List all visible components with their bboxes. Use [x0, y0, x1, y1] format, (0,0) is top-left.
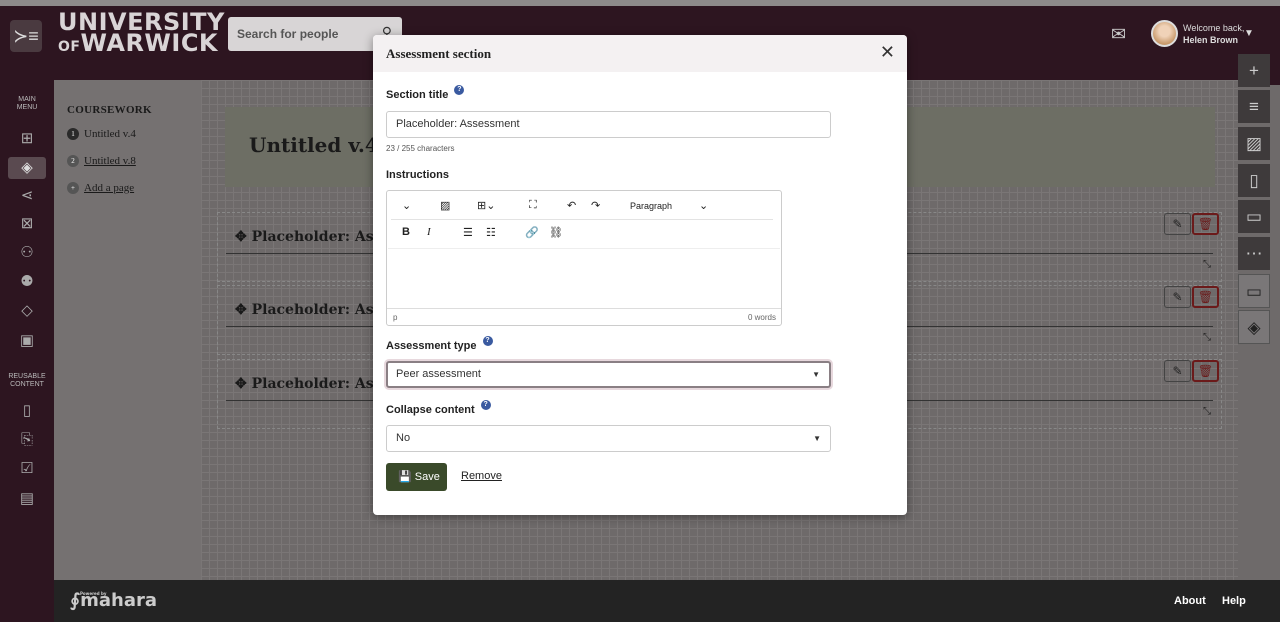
mail-icon[interactable]: ✉	[1111, 24, 1126, 45]
page-title: Untitled v.4	[249, 133, 379, 157]
help-icon[interactable]: ?	[482, 336, 493, 346]
file-block-icon[interactable]: ▯	[1238, 164, 1270, 198]
tag-icon[interactable]: ◇	[8, 300, 46, 322]
user-menu-chevron-down-icon[interactable]: ▼	[1244, 28, 1254, 39]
page-item-untitled-v4[interactable]: 1 Untitled v.4	[67, 128, 136, 141]
word-count: 0 words	[747, 313, 776, 322]
delete-trash-icon[interactable]: 🗑	[1192, 213, 1219, 235]
editor-toolbar-row-2: B I ☰ ☷ 🔗 ⛓	[387, 220, 781, 246]
dialog-header: Assessment section ✕	[373, 35, 907, 72]
reusable-content-label: REUSABLE CONTENT	[8, 373, 46, 388]
left-sidebar: MAIN MENU ⊞ ◈ ⋖ ⊠ ⚇ ⚉ ◇ ▣ REUSABLE CONTE…	[0, 85, 54, 580]
fullscreen-icon[interactable]: ⛶	[529, 199, 537, 212]
format-chevron-down-icon[interactable]: ⌄	[699, 199, 708, 212]
element-path: p	[393, 313, 398, 322]
block-title: ✥ Placeholder: Asse	[235, 229, 391, 245]
instructions-editor: ⌄ ▨ ⊞⌄ ⛶ ↶ ↷ Paragraph ⌄ B I ☰ ☷ 🔗 ⛓ p 0…	[386, 190, 782, 326]
close-icon[interactable]: ✕	[880, 43, 895, 61]
page-navigation: COURSEWORK 1 Untitled v.4 2 Untitled v.8 +…	[54, 80, 201, 580]
people-icon[interactable]: ⚉	[8, 271, 46, 293]
site-footer: Powered by ∮mahara About Help	[0, 580, 1280, 622]
image-block-icon[interactable]: ▨	[1238, 127, 1270, 161]
editor-text-area[interactable]	[388, 248, 780, 308]
page-item-untitled-v8[interactable]: 2 Untitled v.8	[67, 155, 136, 168]
resize-icon[interactable]: ⤡	[1203, 332, 1211, 343]
main-menu-label: MAIN MENU	[16, 96, 38, 111]
resize-icon[interactable]: ⤡	[1203, 259, 1211, 270]
university-logo[interactable]: UNIVERSITY OFWARWICK	[58, 10, 225, 58]
dropdown-arrow-icon: ▼	[813, 434, 821, 443]
delete-trash-icon[interactable]: 🗑	[1192, 360, 1219, 382]
numbered-list-icon[interactable]: ☷	[486, 226, 496, 239]
delete-trash-icon[interactable]: 🗑	[1192, 286, 1219, 308]
avatar[interactable]	[1151, 20, 1178, 47]
redo-icon[interactable]: ↷	[591, 199, 600, 212]
groups-icon[interactable]: ⚇	[8, 242, 46, 264]
mahara-logo[interactable]: Powered by ∮mahara	[70, 590, 157, 611]
editor-status-bar: p 0 words	[387, 308, 781, 326]
bullet-list-icon[interactable]: ☰	[463, 226, 473, 239]
edit-pencil-icon[interactable]: ✎	[1164, 360, 1191, 382]
help-icon[interactable]: ?	[480, 400, 491, 410]
insert-image-icon[interactable]: ▨	[440, 199, 450, 212]
layers-icon[interactable]: ◈	[1238, 310, 1270, 344]
remove-link[interactable]: Remove	[461, 470, 502, 482]
dialog-title: Assessment section	[386, 46, 492, 61]
user-welcome[interactable]: Welcome back, Helen Brown	[1183, 22, 1244, 46]
collapse-content-select[interactable]: No ▼	[386, 425, 831, 452]
block-title: ✥ Placeholder: Asse	[235, 302, 391, 318]
italic-icon[interactable]: I	[427, 226, 431, 238]
section-title-input[interactable]: Placeholder: Assessment	[386, 111, 831, 138]
undo-icon[interactable]: ↶	[567, 199, 576, 212]
collapse-content-label: Collapse content?	[386, 400, 491, 416]
assessment-type-label: Assessment type?	[386, 336, 493, 352]
footer-left-block	[0, 580, 54, 622]
submissions-icon[interactable]: ⊠	[8, 213, 46, 235]
resize-icon[interactable]: ⤡	[1203, 406, 1211, 417]
help-link[interactable]: Help	[1222, 595, 1246, 607]
dropdown-arrow-icon: ▼	[812, 370, 820, 379]
files-icon[interactable]: ⎘	[8, 429, 46, 451]
unlink-icon[interactable]: ⛓	[549, 226, 563, 239]
text-block-icon[interactable]: ≡	[1238, 90, 1270, 124]
add-block-plus-icon[interactable]: +	[1238, 54, 1270, 88]
save-disk-icon: 💾	[398, 471, 412, 483]
layers-icon[interactable]: ◈	[8, 157, 46, 179]
assessment-section-dialog: Assessment section ✕ Section title? Plac…	[373, 35, 907, 515]
file-icon[interactable]: ▯	[8, 400, 46, 422]
help-icon[interactable]: ?	[454, 85, 465, 95]
more-options-icon[interactable]: ⋯	[1238, 237, 1270, 271]
editor-toolbar-row-1: ⌄ ▨ ⊞⌄ ⛶ ↶ ↷ Paragraph ⌄	[387, 193, 781, 219]
chevron-down-icon[interactable]: ⌄	[402, 199, 411, 212]
format-select[interactable]: Paragraph	[630, 201, 672, 211]
block-title: ✥ Placeholder: Asse	[235, 376, 391, 392]
add-page-link[interactable]: + Add a page	[67, 182, 134, 195]
menu-toggle-icon[interactable]: ≻≡	[10, 20, 42, 52]
bold-icon[interactable]: B	[402, 226, 410, 238]
search-input[interactable]	[228, 17, 358, 51]
section-title-label: Section title?	[386, 85, 465, 101]
character-count: 23 / 255 characters	[386, 144, 455, 153]
share-icon[interactable]: ⋖	[8, 185, 46, 207]
save-button[interactable]: 💾 Save	[386, 463, 447, 491]
report-icon[interactable]: ▤	[8, 488, 46, 510]
edit-pencil-icon[interactable]: ✎	[1164, 286, 1191, 308]
dashboard-icon[interactable]: ⊞	[8, 128, 46, 150]
checklist-icon[interactable]: ☑	[8, 458, 46, 480]
display-icon[interactable]: ▭	[1238, 274, 1270, 308]
edit-pencil-icon[interactable]: ✎	[1164, 213, 1191, 235]
table-icon[interactable]: ⊞⌄	[477, 199, 495, 212]
instructions-label: Instructions	[386, 169, 449, 181]
profile-card-icon[interactable]: ▣	[8, 330, 46, 352]
about-link[interactable]: About	[1174, 595, 1206, 607]
folder-block-icon[interactable]: ▭	[1238, 200, 1270, 234]
assessment-type-select[interactable]: Peer assessment ▼	[386, 361, 831, 388]
link-icon[interactable]: 🔗	[525, 226, 539, 239]
coursework-heading: COURSEWORK	[67, 104, 152, 116]
